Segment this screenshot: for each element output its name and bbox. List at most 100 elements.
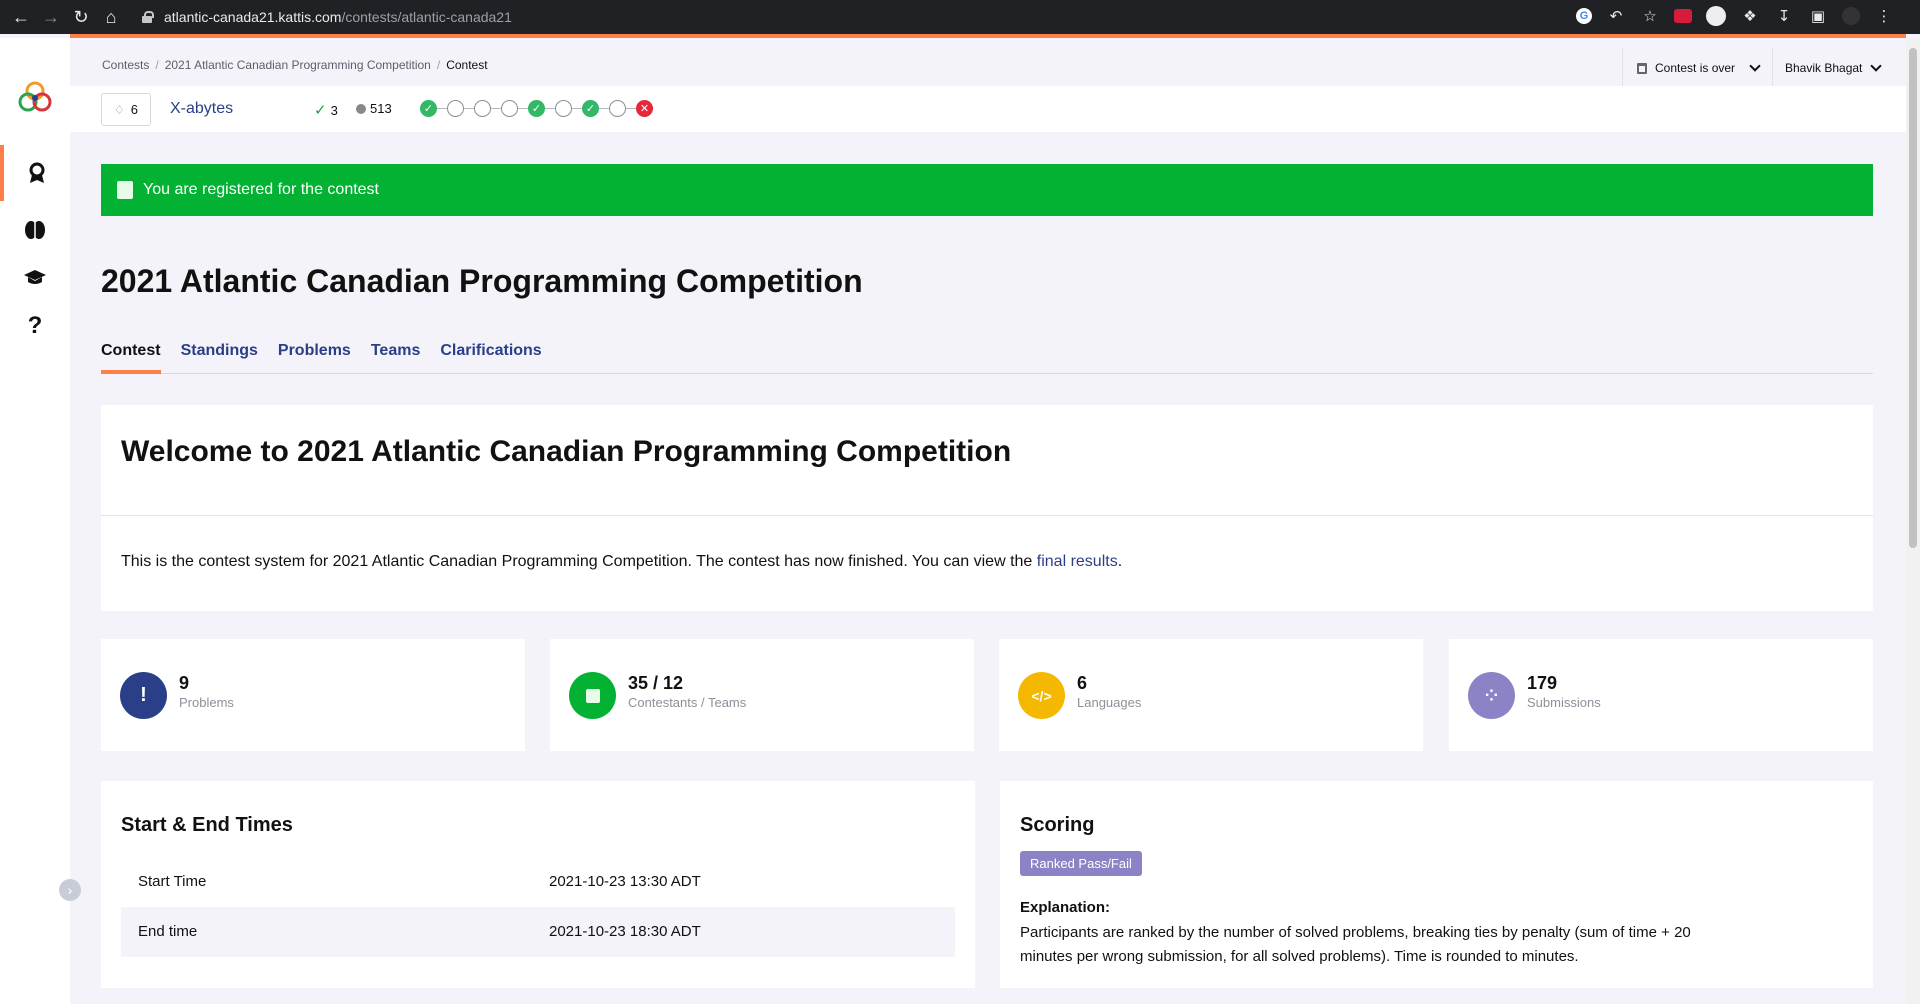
avatar-icon[interactable] — [1842, 7, 1860, 25]
exclamation-icon: ! — [120, 672, 167, 719]
google-icon[interactable]: G — [1576, 8, 1592, 24]
sidepanel-icon[interactable]: ▣ — [1808, 6, 1828, 26]
solved-count: ✓ 3 — [314, 101, 338, 119]
contestant-icon — [117, 181, 133, 199]
stat-card-contestants: 35 / 12 Contestants / Teams — [550, 639, 974, 751]
contest-status-dropdown[interactable]: Contest is over — [1622, 48, 1772, 88]
breadcrumb: Contests / 2021 Atlantic Canadian Progra… — [102, 58, 488, 72]
page-scrollbar[interactable] — [1906, 38, 1920, 1004]
collapse-sidebar-button[interactable]: › — [59, 879, 81, 901]
problem-failed-icon[interactable]: ✕ — [636, 100, 653, 117]
penalty-count: 513 — [356, 101, 392, 116]
breadcrumb-separator: / — [155, 58, 159, 72]
user-name: Bhavik Bhagat — [1785, 61, 1863, 75]
user-menu[interactable]: Bhavik Bhagat — [1772, 48, 1902, 88]
problem-solved-icon[interactable]: ✓ — [528, 100, 545, 117]
problem-unattempted-icon[interactable] — [555, 100, 572, 117]
problem-unattempted-icon[interactable] — [609, 100, 626, 117]
stat-label: Contestants / Teams — [628, 695, 747, 710]
scoring-type-badge: Ranked Pass/Fail — [1020, 851, 1142, 876]
scoring-card: Scoring Ranked Pass/Fail Explanation: Pa… — [1000, 781, 1873, 988]
kattis-logo-icon[interactable] — [16, 78, 54, 116]
extension-badge-icon[interactable] — [1674, 9, 1692, 23]
reload-icon[interactable]: ↻ — [66, 2, 96, 32]
problem-connector — [626, 108, 636, 109]
explanation-heading: Explanation: — [1020, 899, 1111, 916]
top-header: Contests / 2021 Atlantic Canadian Progra… — [70, 38, 1906, 88]
team-name-link[interactable]: X-abytes — [170, 100, 233, 118]
chevron-down-icon — [1870, 60, 1883, 72]
scroll-thumb[interactable] — [1909, 48, 1917, 548]
download-icon[interactable]: ↧ — [1774, 6, 1794, 26]
scoring-heading: Scoring — [1020, 814, 1095, 836]
welcome-heading: Welcome to 2021 Atlantic Canadian Progra… — [121, 435, 1012, 468]
stat-value: 179 — [1527, 673, 1558, 693]
tab-problems[interactable]: Problems — [278, 338, 351, 374]
url-path: /contests/atlantic-canada21 — [341, 9, 512, 25]
address-bar[interactable]: atlantic-canada21.kattis.com/contests/at… — [142, 4, 1582, 30]
code-icon: </> — [1018, 672, 1065, 719]
chevron-down-icon — [1749, 60, 1761, 72]
solved-value: 3 — [330, 102, 338, 118]
problem-connector — [518, 108, 528, 109]
problem-unattempted-icon[interactable] — [474, 100, 491, 117]
team-rank[interactable]: ♢ 6 — [101, 93, 151, 126]
welcome-text-body: This is the contest system for 2021 Atla… — [121, 553, 1037, 570]
breadcrumb-contests[interactable]: Contests — [102, 58, 149, 72]
stat-value: 6 — [1077, 673, 1088, 693]
contest-tabs: Contest Standings Problems Teams Clarifi… — [101, 338, 1873, 374]
breadcrumb-contest-name[interactable]: 2021 Atlantic Canadian Programming Compe… — [165, 58, 431, 72]
forward-icon[interactable]: → — [36, 2, 66, 32]
tab-contest[interactable]: Contest — [101, 338, 161, 374]
menu-kebab-icon[interactable]: ⋮ — [1874, 6, 1894, 26]
back-icon[interactable]: ← — [6, 2, 36, 32]
problem-connector — [545, 108, 555, 109]
nav-contests[interactable] — [0, 145, 70, 201]
stopwatch-icon — [356, 103, 366, 114]
trophy-icon: ♢ — [114, 102, 125, 117]
time-row: Start Time 2021-10-23 13:30 ADT — [121, 857, 955, 907]
stat-value: 9 — [179, 673, 190, 693]
stat-label: Problems — [179, 695, 234, 710]
profile-ext-icon[interactable] — [1706, 6, 1726, 26]
puzzle-icon[interactable]: ❖ — [1740, 6, 1760, 26]
divider — [101, 515, 1873, 516]
problem-solved-icon[interactable]: ✓ — [420, 100, 437, 117]
extensions-area: G ↶ ☆ ❖ ↧ ▣ ⋮ — [1576, 6, 1894, 26]
problem-connector — [437, 108, 447, 109]
tab-clarifications[interactable]: Clarifications — [440, 338, 541, 374]
award-icon — [29, 162, 45, 183]
time-label: End time — [138, 923, 198, 940]
page-title: 2021 Atlantic Canadian Programming Compe… — [101, 263, 863, 299]
tab-standings[interactable]: Standings — [181, 338, 258, 374]
problem-solved-icon[interactable]: ✓ — [582, 100, 599, 117]
problem-unattempted-icon[interactable] — [501, 100, 518, 117]
star-icon[interactable]: ☆ — [1640, 6, 1660, 26]
tab-teams[interactable]: Teams — [371, 338, 421, 374]
problem-status-track: ✓ ✓ ✓ ✕ — [420, 100, 653, 117]
time-value: 2021-10-23 18:30 ADT — [549, 923, 701, 940]
time-value: 2021-10-23 13:30 ADT — [549, 873, 701, 890]
breadcrumb-current: Contest — [446, 58, 488, 72]
stat-card-submissions: ⁘ 179 Submissions — [1449, 639, 1873, 751]
calendar-icon — [1637, 62, 1647, 74]
start-end-times-card: Start & End Times Start Time 2021-10-23 … — [101, 781, 975, 988]
home-icon[interactable]: ⌂ — [96, 2, 126, 32]
problem-connector — [572, 108, 582, 109]
spinner-icon: ⁘ — [1468, 672, 1515, 719]
stat-label: Languages — [1077, 695, 1142, 710]
time-row: End time 2021-10-23 18:30 ADT — [121, 907, 955, 957]
breadcrumb-separator: / — [436, 58, 441, 72]
welcome-card: Welcome to 2021 Atlantic Canadian Progra… — [101, 405, 1873, 611]
welcome-text: This is the contest system for 2021 Atla… — [121, 553, 1122, 571]
team-status-bar: ♢ 6 X-abytes ✓ 3 513 ✓ ✓ ✓ ✕ — [70, 86, 1906, 132]
nav-help[interactable]: ? — [0, 298, 70, 354]
question-icon: ? — [27, 312, 43, 339]
problem-connector — [464, 108, 474, 109]
left-sidebar: ? — [0, 38, 70, 1004]
final-results-link[interactable]: final results — [1037, 553, 1118, 570]
share-icon[interactable]: ↶ — [1606, 6, 1626, 26]
problem-unattempted-icon[interactable] — [447, 100, 464, 117]
contestant-icon — [569, 672, 616, 719]
lock-icon — [142, 11, 154, 23]
